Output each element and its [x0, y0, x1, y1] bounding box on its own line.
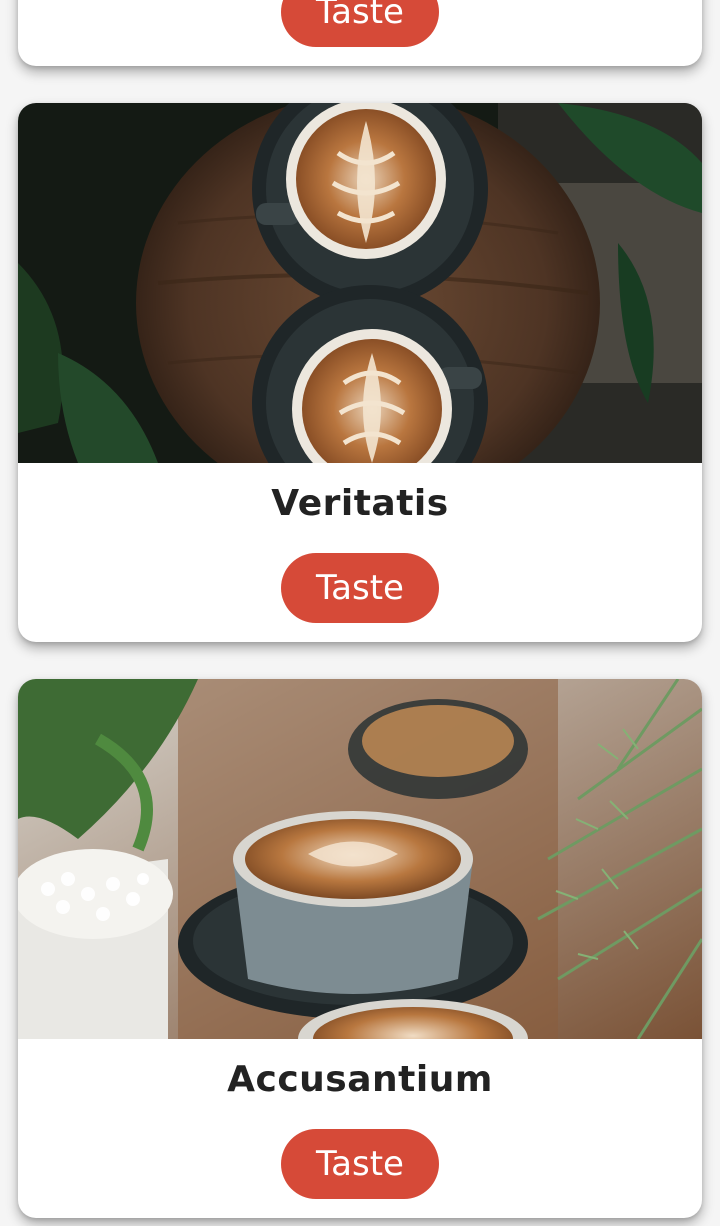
taste-button[interactable]: Taste	[281, 0, 439, 47]
card-title: Accusantium	[227, 1059, 493, 1100]
taste-button[interactable]: Taste	[281, 1129, 439, 1199]
card-title: Veritatis	[271, 483, 449, 524]
card-list[interactable]: Taste Veritatis Taste Accusantium Taste	[0, 0, 720, 1226]
taste-button[interactable]: Taste	[281, 553, 439, 623]
coffee-card: Accusantium Taste	[18, 679, 702, 1218]
latte-with-plants-photo	[18, 679, 702, 1039]
latte-art-photo	[18, 103, 702, 463]
coffee-card: Veritatis Taste	[18, 103, 702, 642]
coffee-card: Taste	[18, 0, 702, 66]
